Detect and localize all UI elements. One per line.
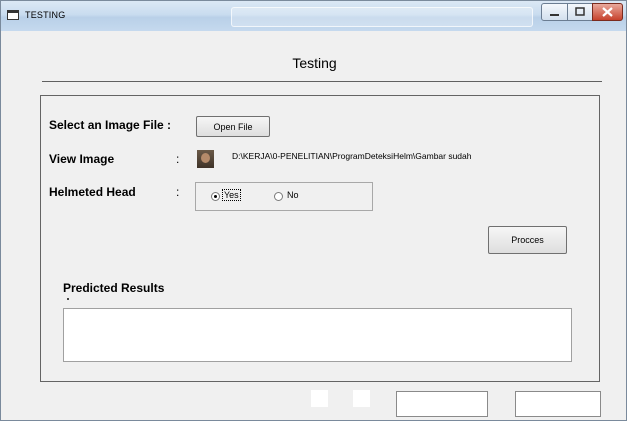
title-bar[interactable]: TESTING — [1, 1, 626, 31]
predicted-results-textbox[interactable] — [63, 308, 572, 362]
image-thumbnail — [197, 150, 214, 168]
minimize-icon — [550, 14, 559, 16]
helmeted-head-colon: : — [176, 185, 180, 199]
no-radio[interactable] — [274, 192, 283, 201]
maximize-icon — [575, 7, 585, 16]
yes-radio-label[interactable]: Yes — [222, 189, 241, 201]
file-path-text: D:\KERJA\0-PENELITIAN\ProgramDeteksiHelm… — [232, 151, 472, 161]
close-button[interactable] — [592, 3, 623, 21]
predicted-results-label: Predicted Results — [63, 281, 165, 295]
yes-radio[interactable] — [211, 192, 220, 201]
maximize-button[interactable] — [567, 3, 593, 21]
view-image-colon: : — [176, 152, 180, 166]
application-window: TESTING Testing Select an Image File : O… — [0, 0, 627, 421]
label-marker — [67, 298, 69, 300]
window-title: TESTING — [25, 10, 66, 20]
page-title: Testing — [292, 55, 337, 71]
no-radio-label[interactable]: No — [287, 190, 299, 200]
close-icon — [602, 7, 613, 17]
open-file-button[interactable]: Open File — [196, 116, 270, 137]
window-icon — [7, 10, 19, 20]
heading-divider — [42, 81, 602, 82]
process-button[interactable]: Procces — [488, 226, 567, 254]
view-image-label: View Image — [49, 152, 115, 166]
status-box-2 — [353, 390, 370, 407]
helmeted-head-radio-group: Yes No — [195, 182, 373, 211]
select-image-label: Select an Image File : — [49, 118, 172, 132]
status-field-2[interactable] — [515, 391, 601, 417]
titlebar-glass-reflection — [231, 7, 533, 27]
status-field-1[interactable] — [396, 391, 488, 417]
helmeted-head-label: Helmeted Head — [49, 185, 136, 199]
radio-selected-dot — [214, 195, 217, 198]
status-box-1 — [311, 390, 328, 407]
minimize-button[interactable] — [541, 3, 568, 21]
